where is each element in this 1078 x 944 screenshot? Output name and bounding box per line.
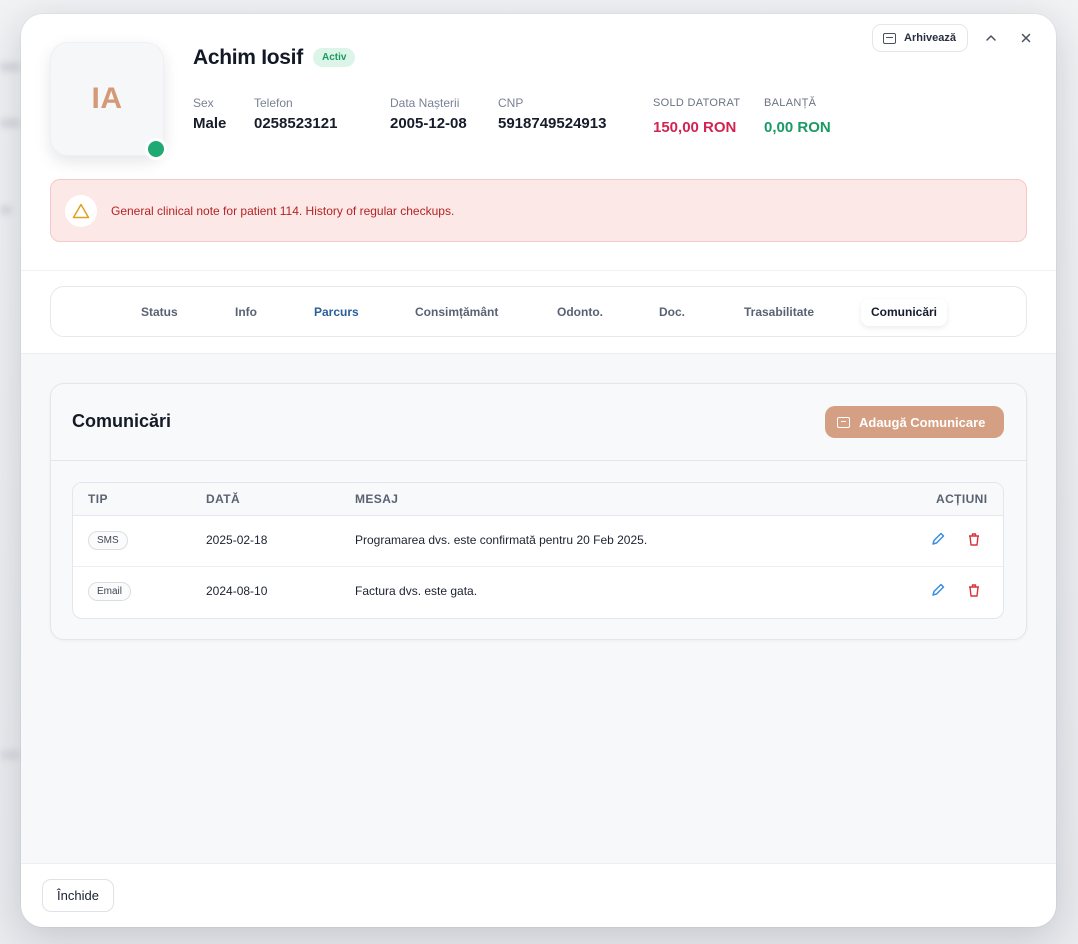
table-header: TIP DATĂ MESAJ ACȚIUNI xyxy=(73,483,1003,516)
archive-button-label: Arhivează xyxy=(904,32,956,44)
tab-trasabilitate[interactable]: Trasabilitate xyxy=(734,299,824,326)
close-button[interactable] xyxy=(1016,28,1036,48)
close-icon xyxy=(1021,33,1031,43)
modal-footer xyxy=(21,864,1056,927)
column-header-mesaj: MESAJ xyxy=(355,492,399,506)
date-cell: 2025-02-18 xyxy=(206,533,268,547)
warning-triangle-icon xyxy=(72,203,90,219)
archive-icon xyxy=(883,32,896,44)
column-header-data: DATĂ xyxy=(206,492,241,506)
card-title: Comunicări xyxy=(72,411,172,431)
pencil-icon[interactable] xyxy=(930,582,946,598)
patient-modal: IA Achim Iosif Activ Sex Male Telefon 02… xyxy=(21,14,1056,927)
column-header-actiuni: ACȚIUNI xyxy=(936,492,988,506)
add-communication-label: Adaugă Comunicare xyxy=(859,414,986,430)
header-divider xyxy=(21,270,1056,271)
table-row: Email 2024-08-10 Factura dvs. este gata. xyxy=(73,567,1003,618)
collapse-button[interactable] xyxy=(981,28,1001,48)
communications-card: Comunicări Adaugă Comunicare TIP DATĂ ME… xyxy=(50,383,1027,640)
date-cell: 2024-08-10 xyxy=(206,584,268,598)
type-badge: SMS xyxy=(88,531,128,550)
avatar-initials: IA xyxy=(91,82,123,115)
dob-value: 2005-12-08 xyxy=(390,115,467,132)
tab-info[interactable]: Info xyxy=(225,299,267,326)
alert-text: General clinical note for patient 114. H… xyxy=(111,204,455,218)
clinical-note-alert: General clinical note for patient 114. H… xyxy=(50,179,1027,242)
archive-button[interactable]: Arhivează xyxy=(872,24,968,52)
tab-status[interactable]: Status xyxy=(131,299,188,326)
chevron-up-icon xyxy=(986,35,996,41)
tab-bar: Status Info Parcurs Consimțământ Odonto.… xyxy=(50,286,1027,337)
card-divider xyxy=(51,460,1026,461)
pencil-icon[interactable] xyxy=(930,531,946,547)
backdrop-blur-line xyxy=(0,118,20,128)
balance-value: 0,00 RON xyxy=(764,119,831,136)
patient-name: Achim Iosif xyxy=(193,46,303,69)
tab-consimtamant[interactable]: Consimțământ xyxy=(405,299,508,326)
backdrop-blur-line xyxy=(0,750,20,760)
trash-icon[interactable] xyxy=(966,531,982,547)
online-status-dot xyxy=(145,138,167,160)
tab-doc[interactable]: Doc. xyxy=(649,299,695,326)
avatar: IA xyxy=(50,42,164,156)
message-cell: Factura dvs. este gata. xyxy=(355,584,478,598)
alert-icon-container xyxy=(65,195,97,227)
type-badge: Email xyxy=(88,582,132,601)
backdrop-blur-line xyxy=(0,205,12,215)
trash-icon[interactable] xyxy=(966,582,982,598)
message-square-icon xyxy=(837,416,850,428)
tab-comunicari[interactable]: Comunicări xyxy=(861,299,948,326)
sex-value: Male xyxy=(193,115,227,132)
dob-label: Data Nașterii xyxy=(390,96,460,110)
backdrop-blur-line xyxy=(0,62,20,72)
sex-label: Sex xyxy=(193,96,214,110)
communications-table: TIP DATĂ MESAJ ACȚIUNI SMS 2025-02-18 Pr… xyxy=(72,482,1004,619)
owed-label: SOLD DATORAT xyxy=(653,97,741,109)
cnp-label: CNP xyxy=(498,96,524,110)
owed-value: 150,00 RON xyxy=(653,119,737,136)
close-footer-button[interactable]: Închide xyxy=(42,879,114,912)
message-cell: Programarea dvs. este confirmată pentru … xyxy=(355,533,648,547)
cnp-value: 5918749524913 xyxy=(498,115,607,132)
tab-odonto[interactable]: Odonto. xyxy=(547,299,613,326)
tab-parcurs[interactable]: Parcurs xyxy=(304,299,369,326)
phone-value: 0258523121 xyxy=(254,115,338,132)
status-badge: Activ xyxy=(313,48,356,67)
table-row: SMS 2025-02-18 Programarea dvs. este con… xyxy=(73,516,1003,567)
column-header-tip: TIP xyxy=(88,492,108,506)
add-communication-button[interactable]: Adaugă Comunicare xyxy=(825,406,1004,438)
phone-label: Telefon xyxy=(254,96,293,110)
balance-label: BALANȚĂ xyxy=(764,97,817,109)
